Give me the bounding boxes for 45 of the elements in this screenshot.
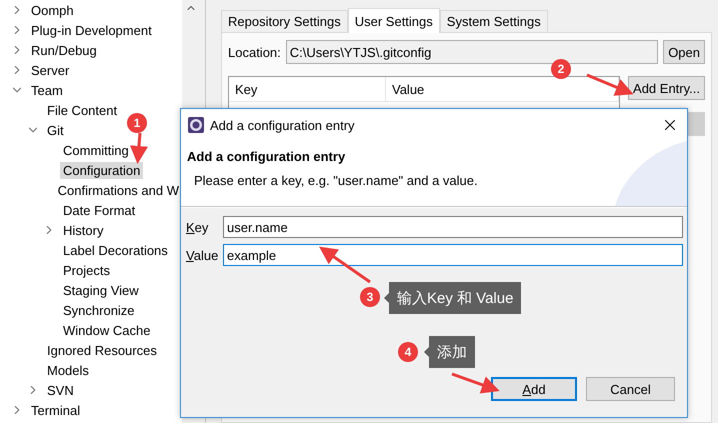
field-label: Value — [186, 248, 220, 262]
column-header[interactable]: Key — [229, 77, 386, 101]
dialog-title: Add a configuration entry — [210, 118, 356, 132]
tree-item[interactable]: Ignored Resources — [44, 342, 160, 358]
dialog-description: Please enter a key, e.g. "user.name" and a value. — [193, 173, 479, 188]
tree-item[interactable]: SVN — [44, 382, 77, 398]
tree-item[interactable]: Oomph — [28, 2, 77, 18]
text-field[interactable]: user.name — [223, 216, 683, 238]
tree-item[interactable]: Label Decorations — [60, 242, 171, 258]
tree-item[interactable]: Staging View — [60, 282, 142, 298]
tab[interactable]: Repository Settings — [221, 10, 348, 32]
tree-item[interactable]: Configuration — [60, 162, 144, 178]
open-button[interactable]: Open — [663, 40, 705, 64]
tree-item[interactable]: Terminal — [28, 402, 84, 418]
tree-item[interactable]: Synchronize — [60, 302, 138, 318]
tree-item[interactable]: Git — [44, 122, 67, 138]
tree-item[interactable]: Committing — [60, 142, 132, 158]
tab[interactable]: System Settings — [440, 10, 548, 32]
tree-item[interactable]: Date Format — [60, 202, 138, 218]
arrow — [319, 246, 371, 284]
tree-item[interactable]: History — [60, 222, 106, 238]
callout: 添加 — [424, 336, 475, 368]
field-label: Key — [186, 220, 210, 234]
tree-item[interactable]: Run/Debug — [28, 42, 100, 58]
arrow — [586, 74, 634, 96]
tree-item[interactable]: Confirmations and W — [54, 182, 182, 198]
dialog-heading: Add a configuration entry — [187, 149, 346, 164]
location-label: Location: — [228, 44, 281, 60]
arrow — [130, 132, 148, 164]
arrow — [452, 372, 500, 394]
tree-item[interactable]: Models — [44, 362, 92, 378]
add-entry-button[interactable]: Add Entry... — [628, 76, 705, 100]
text-field[interactable]: example — [223, 244, 683, 266]
cancel-button[interactable]: Cancel — [586, 377, 675, 401]
gear-icon — [188, 117, 204, 133]
tree-item[interactable]: Window Cache — [60, 322, 154, 338]
tree-item[interactable]: Server — [28, 62, 72, 78]
tree-item[interactable]: Team — [28, 82, 66, 98]
tree-item[interactable]: Projects — [60, 262, 113, 278]
callout: 输入Key 和 Value — [384, 282, 522, 314]
location-field[interactable]: C:\Users\YTJS\.gitconfig — [286, 40, 658, 64]
tab[interactable]: User Settings — [348, 8, 440, 33]
tree-item[interactable]: Plug-in Development — [28, 22, 155, 38]
add-button[interactable]: Add — [491, 377, 577, 401]
tree-item[interactable]: File Content — [44, 102, 120, 118]
